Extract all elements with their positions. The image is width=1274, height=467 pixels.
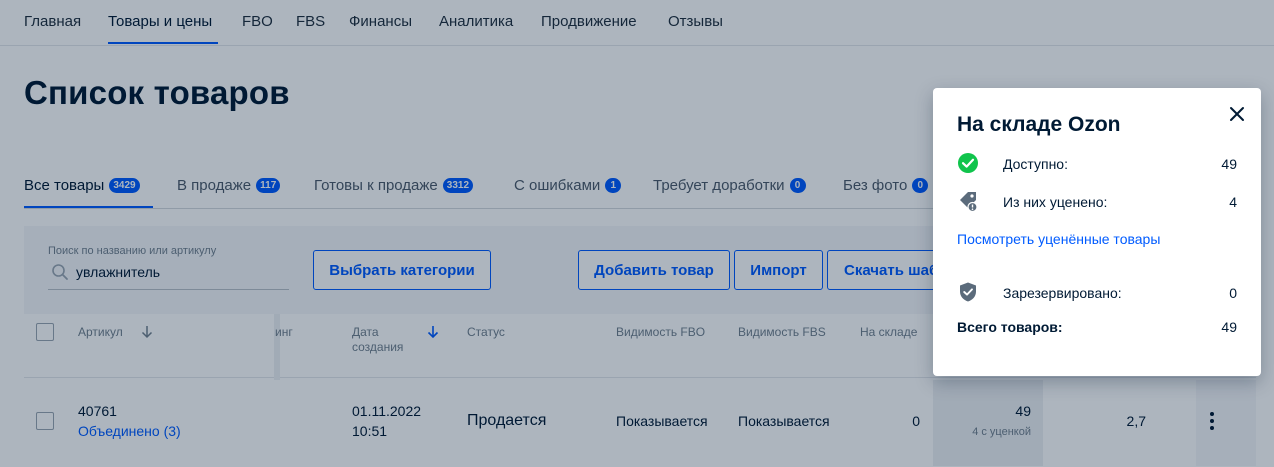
nav-item-reviews[interactable]: Отзывы [668,13,723,30]
discounted-label: Из них уценено: [1003,194,1108,210]
row-created-date: 01.11.2022 [352,403,422,419]
tab-label: Все товары [24,177,105,194]
reserved-label: Зарезервировано: [1003,285,1122,301]
page-title: Список товаров [24,74,290,111]
tab-count-badge: 3429 [109,178,140,193]
ozon-stock-popover: На складе Ozon Доступно: 49 Из них уцене… [933,88,1261,376]
tab-count-badge: 0 [912,178,929,193]
available-label: Доступно: [1003,156,1068,172]
tab-errors[interactable]: С ошибками 1 [514,177,622,194]
discounted-value: 4 [1229,194,1237,210]
header-visibility-fbs[interactable]: Видимость FBS [738,325,826,340]
tab-all[interactable]: Все товары 3429 [24,177,140,194]
total-value: 49 [1221,319,1237,335]
nav-item-products[interactable]: Товары и цены [108,13,212,30]
total-label: Всего товаров: [957,319,1063,335]
nav-item-analytics[interactable]: Аналитика [439,13,513,30]
available-value: 49 [1221,156,1237,172]
row-checkbox[interactable] [36,412,54,430]
row-status: Продается [467,412,547,429]
nav-item-home[interactable]: Главная [24,13,81,30]
nav-item-promotion[interactable]: Продвижение [541,13,637,30]
tab-count-badge: 0 [789,178,806,193]
header-status[interactable]: Статус [467,325,505,340]
nav-active-indicator [108,42,218,44]
select-categories-button[interactable]: Выбрать категории [313,250,491,290]
tab-count-badge: 1 [605,178,622,193]
search-input[interactable]: увлажнитель [76,264,160,280]
row-in-stock: 0 [912,413,920,429]
nav-item-finance[interactable]: Финансы [349,13,412,30]
more-vertical-icon[interactable] [1202,410,1222,432]
row-created-time: 10:51 [352,423,388,439]
row-ozon-stock-note: 4 с уценкой [972,426,1031,438]
row-rating-value: 2,7 [1126,413,1146,429]
tab-label: Требует доработки [653,177,785,194]
row-visibility-fbo: Показывается [616,413,708,429]
tab-needs-work[interactable]: Требует доработки 0 [653,177,806,194]
search-label: Поиск по названию или артикулу [48,245,217,257]
tabs-divider [24,208,934,209]
tab-ready[interactable]: Готовы к продаже 3312 [314,177,474,194]
top-nav: Главная Товары и цены FBO FBS Финансы Ан… [0,0,1274,46]
tab-on-sale[interactable]: В продаже 117 [177,177,281,194]
tab-label: Готовы к продаже [314,177,438,194]
arrow-down-icon [141,326,153,339]
tab-count-badge: 3312 [442,178,474,193]
discount-tag-icon [960,192,978,212]
tab-label: С ошибками [514,177,601,194]
header-visibility-fbo[interactable]: Видимость FBO [616,325,705,340]
search-icon [52,264,68,280]
tab-label: Без фото [843,177,908,194]
tab-no-photo[interactable]: Без фото 0 [843,177,929,194]
arrow-down-icon [427,326,439,339]
tab-count-badge: 117 [256,178,281,193]
select-all-checkbox[interactable] [36,323,54,341]
check-circle-icon [958,153,978,173]
tab-active-indicator [24,206,153,208]
shield-icon [960,282,976,302]
row-sku: 40761 [78,403,117,419]
reserved-value: 0 [1229,285,1237,301]
search-underline [48,289,289,290]
header-rating[interactable]: инг [275,325,293,340]
nav-item-fbs[interactable]: FBS [296,13,325,30]
row-ozon-stock[interactable]: 49 [943,402,1031,421]
close-icon[interactable] [1226,103,1248,125]
tab-label: В продаже [177,177,252,194]
view-discounted-link[interactable]: Посмотреть уценённые товары [957,231,1160,247]
popover-title: На складе Ozon [957,113,1121,136]
row-merged-link[interactable]: Объединено (3) [78,422,181,441]
row-visibility-fbs: Показывается [738,413,830,429]
header-in-stock[interactable]: На складе [860,325,917,340]
header-sku[interactable]: Артикул [78,325,123,340]
add-product-button[interactable]: Добавить товар [578,250,730,290]
import-button[interactable]: Импорт [734,250,823,290]
header-created[interactable]: Дата создания [352,325,422,355]
products-page: Главная Товары и цены FBO FBS Финансы Ан… [0,0,1274,467]
nav-item-fbo[interactable]: FBO [242,13,273,30]
